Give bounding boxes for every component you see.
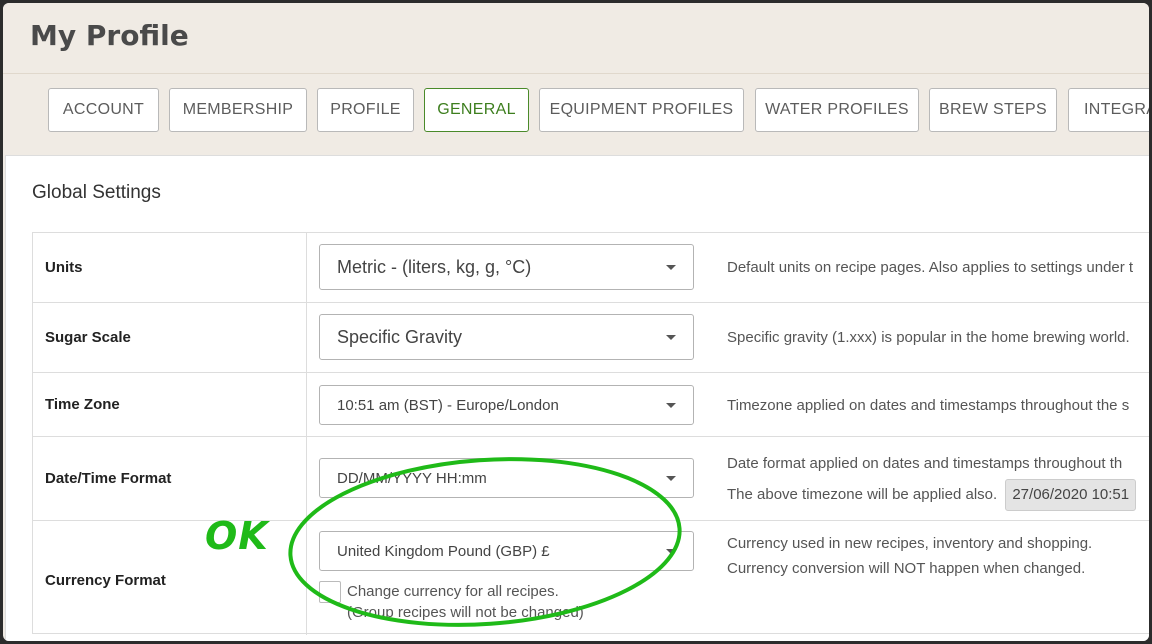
currency-select-value: United Kingdom Pound (GBP) £ [337, 542, 550, 560]
date-format-select-value: DD/MM/YYYY HH:mm [337, 469, 487, 487]
tab-bar: ACCOUNT MEMBERSHIP PROFILE GENERAL EQUIP… [3, 73, 1149, 157]
tab-general[interactable]: GENERAL [424, 88, 529, 132]
currency-description-2: Currency conversion will NOT happen when… [727, 560, 1086, 577]
caret-down-icon [666, 403, 676, 408]
date-preview-badge: 27/06/2020 10:51 [1005, 479, 1137, 511]
sugar-scale-description: Specific gravity (1.xxx) is popular in t… [727, 329, 1130, 346]
app-window: My Profile ACCOUNT MEMBERSHIP PROFILE GE… [3, 3, 1149, 641]
settings-row-date-format: Date/Time Format DD/MM/YYYY HH:mm Date f… [33, 437, 1149, 521]
page-header: My Profile [3, 3, 1149, 73]
settings-row-currency: Currency Format United Kingdom Pound (GB… [33, 521, 1149, 635]
ok-annotation: OK [205, 514, 269, 558]
change-currency-checkbox[interactable] [319, 581, 341, 603]
caret-down-icon [666, 549, 676, 554]
date-format-description-2: The above timezone will be applied also.… [727, 479, 1137, 511]
sugar-scale-select-value: Specific Gravity [337, 326, 463, 347]
units-select-value: Metric - (liters, kg, g, °C) [337, 256, 532, 277]
date-format-select[interactable]: DD/MM/YYYY HH:mm [319, 458, 694, 498]
tab-integrations[interactable]: INTEGRA [1068, 88, 1149, 132]
caret-down-icon [666, 476, 676, 481]
date-format-description-1: Date format applied on dates and timesta… [727, 455, 1123, 472]
units-description: Default units on recipe pages. Also appl… [727, 259, 1134, 276]
caret-down-icon [666, 265, 676, 270]
tab-profile[interactable]: PROFILE [317, 88, 414, 132]
time-zone-select-value: 10:51 am (BST) - Europe/London [337, 396, 559, 414]
tab-equipment-profiles[interactable]: EQUIPMENT PROFILES [539, 88, 744, 132]
currency-select[interactable]: United Kingdom Pound (GBP) £ [319, 531, 694, 571]
currency-description-1: Currency used in new recipes, inventory … [727, 535, 1093, 552]
settings-panel: Global Settings Units Metric - (liters, … [5, 155, 1149, 641]
time-zone-description: Timezone applied on dates and timestamps… [727, 397, 1130, 414]
panel-title: Global Settings [32, 182, 161, 203]
settings-table: Units Metric - (liters, kg, g, °C) Defau… [32, 232, 1149, 635]
settings-row-units: Units Metric - (liters, kg, g, °C) Defau… [33, 233, 1149, 303]
time-zone-select[interactable]: 10:51 am (BST) - Europe/London [319, 385, 694, 425]
date-format-timezone-note: The above timezone will be applied also. [727, 486, 998, 503]
sugar-scale-select[interactable]: Specific Gravity [319, 314, 694, 360]
sugar-scale-label: Sugar Scale [33, 303, 307, 372]
time-zone-label: Time Zone [33, 373, 307, 436]
tab-brew-steps[interactable]: BREW STEPS [929, 88, 1057, 132]
tab-membership[interactable]: MEMBERSHIP [169, 88, 307, 132]
settings-row-sugar-scale: Sugar Scale Specific Gravity Specific gr… [33, 303, 1149, 373]
caret-down-icon [666, 335, 676, 340]
page-title: My Profile [30, 19, 189, 52]
tab-account[interactable]: ACCOUNT [48, 88, 159, 132]
change-currency-label-1: Change currency for all recipes. [347, 583, 559, 600]
date-format-label: Date/Time Format [33, 437, 307, 520]
units-label: Units [33, 233, 307, 302]
tab-water-profiles[interactable]: WATER PROFILES [755, 88, 919, 132]
change-currency-label-2: (Group recipes will not be changed) [347, 604, 584, 621]
settings-row-time-zone: Time Zone 10:51 am (BST) - Europe/London… [33, 373, 1149, 437]
units-select[interactable]: Metric - (liters, kg, g, °C) [319, 244, 694, 290]
